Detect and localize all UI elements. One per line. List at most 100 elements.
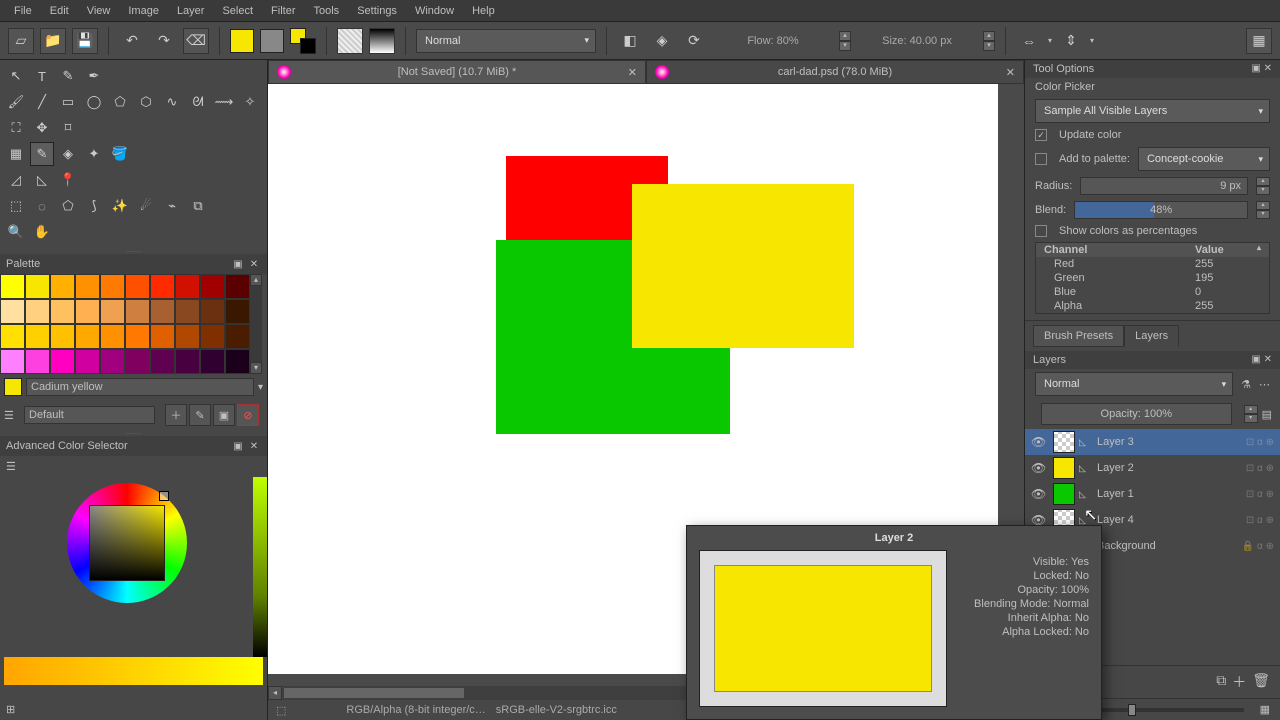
palette-color-name[interactable]: Cadium yellow xyxy=(26,378,254,396)
palette-grid[interactable] xyxy=(0,274,250,374)
palette-color[interactable] xyxy=(75,349,100,374)
opacity-menu-icon[interactable]: ▤ xyxy=(1262,408,1272,421)
selector-float-icon[interactable]: ▣ xyxy=(231,439,245,453)
palette-color[interactable] xyxy=(50,349,75,374)
eraser-toggle[interactable]: ◧ xyxy=(617,28,643,54)
polyline-tool-icon[interactable]: ⬡ xyxy=(134,90,158,114)
palette-color[interactable] xyxy=(175,299,200,324)
add-palette-checkbox[interactable] xyxy=(1035,153,1047,165)
palette-color[interactable] xyxy=(100,349,125,374)
menu-filter[interactable]: Filter xyxy=(263,3,303,19)
palette-color[interactable] xyxy=(25,324,50,349)
blend-spinner[interactable]: ▴▾ xyxy=(1256,201,1270,219)
blend-mode-dropdown[interactable]: Normal xyxy=(416,29,596,53)
doc-tab-2[interactable]: carl-dad.psd (78.0 MiB) ✕ xyxy=(646,60,1024,84)
doc-tab-1-close[interactable]: ✕ xyxy=(628,66,637,79)
ellipse-select-tool-icon[interactable]: ◌ xyxy=(30,194,54,218)
transform-tool-icon[interactable]: ⛶ xyxy=(4,116,28,140)
layer-visible-icon[interactable]: 👁 xyxy=(1031,461,1049,475)
menu-image[interactable]: Image xyxy=(120,3,167,19)
layer-row[interactable]: 👁◺Layer 1⊡ α ⊕ xyxy=(1025,481,1280,507)
dyna-tool-icon[interactable]: ⟿ xyxy=(212,90,236,114)
bg-mini-swatch[interactable] xyxy=(300,38,316,54)
palette-list-icon[interactable]: ☰ xyxy=(4,409,18,422)
zoom-tool-icon[interactable]: 🔍 xyxy=(4,220,28,244)
layer-menu-icon[interactable]: ⋯ xyxy=(1259,378,1270,391)
menu-select[interactable]: Select xyxy=(214,3,261,19)
palette-color[interactable] xyxy=(100,299,125,324)
radius-field[interactable]: 9 px xyxy=(1080,177,1248,195)
color-wheel[interactable] xyxy=(0,477,267,657)
palette-edit-button[interactable]: ✎ xyxy=(189,404,211,426)
layers-panel-close-icon[interactable]: ▣ ✕ xyxy=(1251,354,1272,366)
rect-tool-icon[interactable]: ▭ xyxy=(56,90,80,114)
redo-button[interactable]: ↷ xyxy=(151,28,177,54)
gradient-tool-icon[interactable]: ▦ xyxy=(4,142,28,166)
palette-color[interactable] xyxy=(200,274,225,299)
line-tool-icon[interactable]: ╱ xyxy=(30,90,54,114)
layer-blend-dropdown[interactable]: Normal xyxy=(1035,372,1233,396)
fill-tool-icon[interactable]: 🪣 xyxy=(108,142,132,166)
layer-visible-icon[interactable]: 👁 xyxy=(1031,487,1049,501)
palette-color[interactable] xyxy=(150,324,175,349)
brush-presets-tab[interactable]: Brush Presets xyxy=(1033,325,1124,347)
mirror-v-button[interactable]: ⇕ xyxy=(1058,28,1084,54)
layer-visible-icon[interactable]: 👁 xyxy=(1031,435,1049,449)
doc-tab-1[interactable]: [Not Saved] (10.7 MiB) * ✕ xyxy=(268,60,646,84)
palette-color[interactable] xyxy=(175,324,200,349)
palette-float-icon[interactable]: ▣ xyxy=(231,257,245,271)
rect-select-tool-icon[interactable]: ⬚ xyxy=(4,194,28,218)
hue-bar[interactable] xyxy=(4,657,263,685)
menu-tools[interactable]: Tools xyxy=(306,3,348,19)
calligraphy-tool-icon[interactable]: ✒ xyxy=(82,64,106,88)
palette-color[interactable] xyxy=(50,299,75,324)
layer-add-button[interactable]: ＋ xyxy=(1232,672,1246,692)
pattern-tool-icon[interactable]: ◈ xyxy=(56,142,80,166)
palette-color[interactable] xyxy=(50,274,75,299)
move-tool-icon[interactable]: ↖ xyxy=(4,64,28,88)
layer-row[interactable]: 👁◺Layer 3⊡ α ⊕ xyxy=(1025,429,1280,455)
palette-preset-select[interactable]: Default xyxy=(24,406,155,424)
poly-select-tool-icon[interactable]: ⬠ xyxy=(56,194,80,218)
palette-color[interactable] xyxy=(175,349,200,374)
palette-color[interactable] xyxy=(175,274,200,299)
text-tool-icon[interactable]: T xyxy=(30,64,54,88)
color-picker-tool-icon[interactable]: ✎ xyxy=(30,142,54,166)
measure-tool-icon[interactable]: ◺ xyxy=(30,168,54,192)
zoom-grid-icon[interactable]: ▦ xyxy=(1260,703,1270,716)
palette-color[interactable] xyxy=(75,324,100,349)
menu-view[interactable]: View xyxy=(79,3,119,19)
menu-file[interactable]: File xyxy=(6,3,40,19)
palette-color[interactable] xyxy=(200,324,225,349)
palette-add-button[interactable]: ＋ xyxy=(165,404,187,426)
layer-delete-button[interactable]: 🗑 xyxy=(1252,672,1270,692)
palette-color[interactable] xyxy=(75,274,100,299)
menu-layer[interactable]: Layer xyxy=(169,3,213,19)
palette-color[interactable] xyxy=(125,274,150,299)
foreground-color-swatch[interactable] xyxy=(230,29,254,53)
brush-tool-icon[interactable]: 🖌 xyxy=(4,90,28,114)
palette-color[interactable] xyxy=(25,274,50,299)
smart-fill-tool-icon[interactable]: ✦ xyxy=(82,142,106,166)
lasso-select-tool-icon[interactable]: ⟆ xyxy=(82,194,106,218)
palette-color[interactable] xyxy=(25,299,50,324)
palette-color[interactable] xyxy=(225,324,250,349)
palette-color[interactable] xyxy=(125,349,150,374)
value-strip[interactable] xyxy=(253,477,267,657)
bezier-tool-icon[interactable]: ∿ xyxy=(160,90,184,114)
show-pct-checkbox[interactable] xyxy=(1035,225,1047,237)
freehand-tool-icon[interactable]: ᘛ xyxy=(186,90,210,114)
mirror-h-button[interactable]: ⇔ xyxy=(1016,28,1042,54)
ellipse-tool-icon[interactable]: ◯ xyxy=(82,90,106,114)
palette-color[interactable] xyxy=(225,349,250,374)
selector-close-icon[interactable]: ✕ xyxy=(247,439,261,453)
workspace-button[interactable]: ▦ xyxy=(1246,28,1272,54)
new-file-button[interactable]: ▱ xyxy=(8,28,34,54)
alpha-lock-toggle[interactable]: ◈ xyxy=(649,28,675,54)
palette-color[interactable] xyxy=(0,324,25,349)
menu-help[interactable]: Help xyxy=(464,3,503,19)
palette-color[interactable] xyxy=(0,349,25,374)
ref-tool-icon[interactable]: 📍 xyxy=(56,168,80,192)
magnet-select-tool-icon[interactable]: ⧉ xyxy=(186,194,210,218)
layers-tab[interactable]: Layers xyxy=(1124,325,1179,347)
